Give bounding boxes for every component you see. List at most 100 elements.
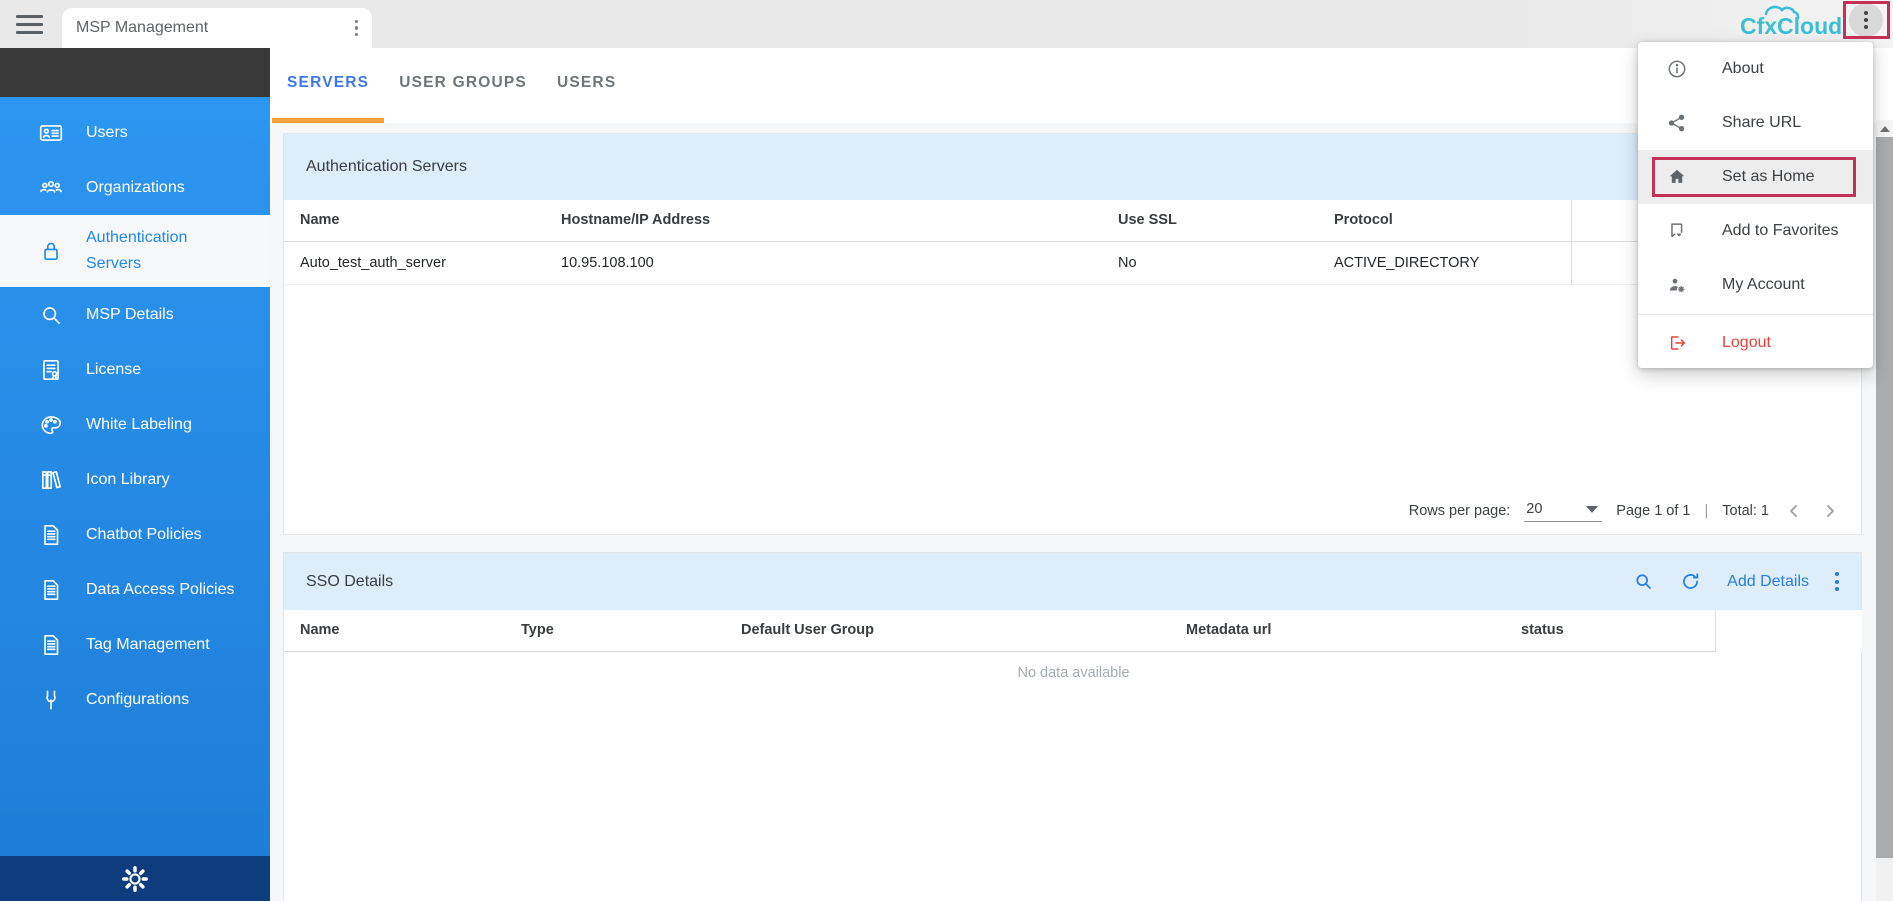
license-document-icon <box>38 357 64 383</box>
sidebar-item-label: Tag Management <box>86 635 210 653</box>
rows-per-page-label: Rows per page: <box>1408 502 1511 519</box>
sidebar-item-label: Chatbot Policies <box>86 525 202 543</box>
person-gear-icon <box>1666 274 1688 296</box>
books-icon <box>38 467 64 493</box>
scrollbar-thumb[interactable] <box>1876 137 1893 858</box>
column-header: Default User Group <box>741 622 874 638</box>
logout-icon <box>1666 332 1688 354</box>
lock-icon <box>38 238 64 264</box>
column-header: status <box>1521 622 1564 638</box>
global-menu-kebab-button[interactable] <box>1849 3 1883 37</box>
menu-item-my-account[interactable]: My Account <box>1638 258 1873 312</box>
sidebar-item-label: MSP Details <box>86 305 174 323</box>
column-header: Type <box>521 622 554 638</box>
menu-item-add-to-favorites[interactable]: Add to Favorites <box>1638 204 1873 258</box>
gear-icon[interactable] <box>119 863 151 895</box>
kebab-vertical-icon <box>1864 11 1868 29</box>
sidebar-item-label: Data Access Policies <box>86 580 235 598</box>
column-header: Hostname/IP Address <box>561 212 711 228</box>
rows-per-page-select[interactable]: 20 <box>1524 499 1603 522</box>
tab-servers[interactable]: SERVERS <box>272 48 385 123</box>
sidebar-item-white-labeling[interactable]: White Labeling <box>0 397 270 452</box>
auth-panel-header: Authentication Servers <box>284 134 1861 200</box>
sidebar-item-chatbot-policies[interactable]: Chatbot Policies <box>0 507 270 562</box>
sidebar-item-icon-library[interactable]: Icon Library <box>0 452 270 507</box>
sidebar-settings-strip <box>0 856 270 901</box>
share-icon <box>1666 112 1688 134</box>
info-circle-icon <box>1666 58 1688 80</box>
bookmark-heart-icon <box>1666 220 1688 242</box>
page-info: Page 1 of 1 <box>1616 502 1691 519</box>
tab-user-groups[interactable]: USER GROUPS <box>384 48 542 123</box>
sidebar-item-label: License <box>86 360 142 378</box>
app-window: MSP Management CfxCloud Users Organizati… <box>0 0 1893 901</box>
menu-item-share-url[interactable]: Share URL <box>1638 96 1873 150</box>
sidebar-item-label: Icon Library <box>86 470 170 488</box>
auth-table-row[interactable]: Auto_test_auth_server 10.95.108.100 No A… <box>284 242 1861 285</box>
fixed-column-divider <box>1571 200 1572 286</box>
top-bar: MSP Management CfxCloud <box>0 0 1893 48</box>
next-page-button[interactable] <box>1819 500 1841 522</box>
sso-table-header: Name Type Default User Group Metadata ur… <box>284 610 1862 652</box>
magnifier-icon <box>38 302 64 328</box>
sidebar-item-tag-management[interactable]: Tag Management <box>0 617 270 672</box>
sidebar-item-data-access-policies[interactable]: Data Access Policies <box>0 562 270 617</box>
cell-ssl: No <box>1118 255 1137 271</box>
sso-actions-column <box>1715 610 1862 652</box>
document-lines-icon <box>38 577 64 603</box>
home-icon <box>1666 166 1688 188</box>
sidebar-item-organizations[interactable]: Organizations <box>0 160 270 215</box>
document-lines-icon <box>38 522 64 548</box>
sidebar-item-authentication-servers[interactable]: Authentication Servers <box>0 215 270 287</box>
hamburger-menu-icon[interactable] <box>16 15 43 34</box>
sidebar-item-license[interactable]: License <box>0 342 270 397</box>
column-header: Name <box>300 622 340 638</box>
id-card-icon <box>38 120 64 146</box>
sidebar-item-label: Organizations <box>86 178 185 196</box>
sidebar-item-label: Authentication Servers <box>86 229 188 272</box>
sidebar-logo-area <box>0 48 270 97</box>
tab-users[interactable]: USERS <box>542 48 631 123</box>
vertical-scrollbar <box>1876 120 1893 901</box>
app-tab-title: MSP Management <box>76 19 209 36</box>
sso-panel-header: SSO Details Add Details <box>284 553 1861 610</box>
empty-table-message: No data available <box>1017 665 1130 681</box>
document-lines-icon <box>38 632 64 658</box>
menu-item-set-as-home[interactable]: Set as Home <box>1638 150 1873 204</box>
menu-item-logout[interactable]: Logout <box>1638 317 1873 368</box>
prev-page-button[interactable] <box>1783 500 1805 522</box>
cell-host: 10.95.108.100 <box>561 255 654 271</box>
sidebar-item-users[interactable]: Users <box>0 105 270 160</box>
chevron-down-icon <box>1586 505 1599 513</box>
column-header: Metadata url <box>1186 622 1272 638</box>
sidebar-item-msp-details[interactable]: MSP Details <box>0 287 270 342</box>
column-header: Use SSL <box>1118 212 1177 228</box>
triangle-up-icon <box>1879 125 1890 132</box>
sso-panel-title: SSO Details <box>306 572 394 590</box>
cell-name: Auto_test_auth_server <box>300 255 446 271</box>
search-icon[interactable] <box>1633 571 1654 592</box>
cfxcloud-logo[interactable]: CfxCloud <box>1726 1 1846 45</box>
svg-text:CfxCloud: CfxCloud <box>1740 13 1842 39</box>
global-dropdown-menu: About Share URL Set as Home Add to Favor… <box>1638 42 1873 368</box>
menu-item-about[interactable]: About <box>1638 42 1873 96</box>
refresh-icon[interactable] <box>1680 571 1701 592</box>
chevron-left-icon <box>1790 504 1797 517</box>
sidebar-item-label: Users <box>86 123 128 141</box>
auth-table-header: Name Hostname/IP Address Use SSL Protoco… <box>284 200 1861 242</box>
add-details-button[interactable]: Add Details <box>1727 573 1809 591</box>
wrench-icon <box>38 687 64 713</box>
palette-icon <box>38 412 64 438</box>
auth-panel-title: Authentication Servers <box>306 158 467 175</box>
sso-details-panel: SSO Details Add Details Name Type Defaul… <box>283 552 1862 901</box>
sso-more-kebab-icon[interactable] <box>1835 572 1839 591</box>
rows-per-page-value: 20 <box>1526 501 1543 517</box>
scrollbar-up-button[interactable] <box>1876 120 1893 137</box>
app-tab[interactable]: MSP Management <box>62 8 372 48</box>
menu-divider <box>1638 314 1873 315</box>
cell-protocol: ACTIVE_DIRECTORY <box>1334 255 1480 271</box>
column-header: Name <box>300 212 340 228</box>
app-tab-kebab-icon[interactable] <box>354 19 358 37</box>
sidebar-item-configurations[interactable]: Configurations <box>0 672 270 727</box>
pagination-bar: Rows per page: 20 Page 1 of 1 | Total: 1 <box>1409 499 1841 522</box>
